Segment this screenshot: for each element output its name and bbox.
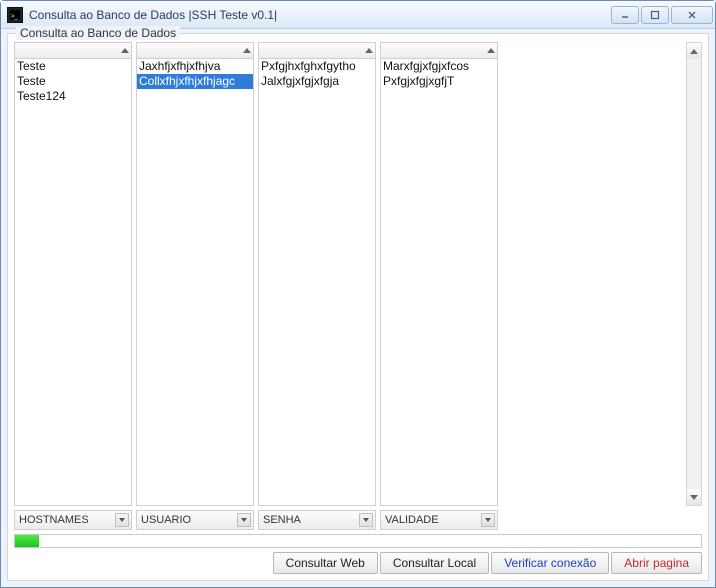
vertical-scrollbar[interactable] [686,42,702,506]
sort-up-icon [487,48,495,53]
list-item[interactable]: Teste [15,74,131,89]
list-item[interactable]: Marxfgjxfgjxfcos [381,59,497,74]
sort-up-icon [243,48,251,53]
verificar-conexao-button[interactable]: Verificar conexão [491,552,609,574]
list-item[interactable]: Jalxfgjxfgjxfgja [259,74,375,89]
column-header-hostnames[interactable]: HOSTNAMES [14,510,132,530]
window-title: Consulta ao Banco de Dados |SSH Teste v0… [29,8,611,22]
chevron-up-icon [690,49,698,54]
consultar-local-button[interactable]: Consultar Local [380,552,489,574]
list-item[interactable]: PxfgjxfgjxgfjT [381,74,497,89]
dropdown-button[interactable] [115,513,129,527]
svg-text:>_: >_ [11,14,19,20]
dropdown-button[interactable] [481,513,495,527]
sort-header-senha[interactable] [258,42,376,59]
chevron-down-icon [241,518,247,522]
column-header-validade[interactable]: VALIDADE [380,510,498,530]
columns-row: TesteTesteTeste124 JaxhfjxfhjxfhjvaCollx… [14,42,702,506]
list-item[interactable]: Teste [15,59,131,74]
list-item[interactable]: Teste124 [15,89,131,104]
scroll-down-button[interactable] [687,489,701,505]
maximize-button[interactable] [641,6,669,24]
sort-header-validade[interactable] [380,42,498,59]
progress-fill [15,535,39,547]
abrir-pagina-button[interactable]: Abrir pagina [611,552,702,574]
list-item[interactable]: Jaxhfjxfhjxfhjva [137,59,253,74]
sort-header-hostnames[interactable] [14,42,132,59]
consultar-web-button[interactable]: Consultar Web [273,552,378,574]
scroll-up-button[interactable] [687,43,701,59]
app-window: >_ Consulta ao Banco de Dados |SSH Teste… [0,0,716,588]
listbox-hostnames[interactable]: TesteTesteTeste124 [14,42,132,506]
listbox-senha[interactable]: PxfgjhxfghxfgythoJalxfgjxfgjxfgja [258,42,376,506]
listbox-usuario[interactable]: JaxhfjxfhjxfhjvaCollxfhjxfhjxfhjagc [136,42,254,506]
dropdown-button[interactable] [237,513,251,527]
column-header-usuario[interactable]: USUARIO [136,510,254,530]
listbox-validade[interactable]: MarxfgjxfgjxfcosPxfgjxfgjxgfjT [380,42,498,506]
sort-up-icon [121,48,129,53]
chevron-down-icon [119,518,125,522]
chevron-down-icon [363,518,369,522]
chevron-down-icon [690,495,698,500]
chevron-down-icon [485,518,491,522]
column-header-senha[interactable]: SENHA [258,510,376,530]
column-labels-row: HOSTNAMES USUARIO SENHA VALIDADE [14,510,702,530]
minimize-button[interactable] [611,6,639,24]
groupbox-consulta: Consulta ao Banco de Dados TesteTesteTes… [7,33,709,581]
app-icon: >_ [7,7,23,23]
dropdown-button[interactable] [359,513,373,527]
titlebar[interactable]: >_ Consulta ao Banco de Dados |SSH Teste… [1,1,715,29]
sort-header-usuario[interactable] [136,42,254,59]
list-item[interactable]: Pxfgjhxfghxfgytho [259,59,375,74]
progress-bar [14,534,702,548]
sort-up-icon [365,48,373,53]
list-item[interactable]: Collxfhjxfhjxfhjagc [137,74,253,89]
groupbox-label: Consulta ao Banco de Dados [16,26,180,40]
close-button[interactable] [671,6,713,24]
button-row: Consultar Web Consultar Local Verificar … [14,552,702,574]
client-area: Consulta ao Banco de Dados TesteTesteTes… [1,29,715,587]
window-controls [611,6,713,24]
